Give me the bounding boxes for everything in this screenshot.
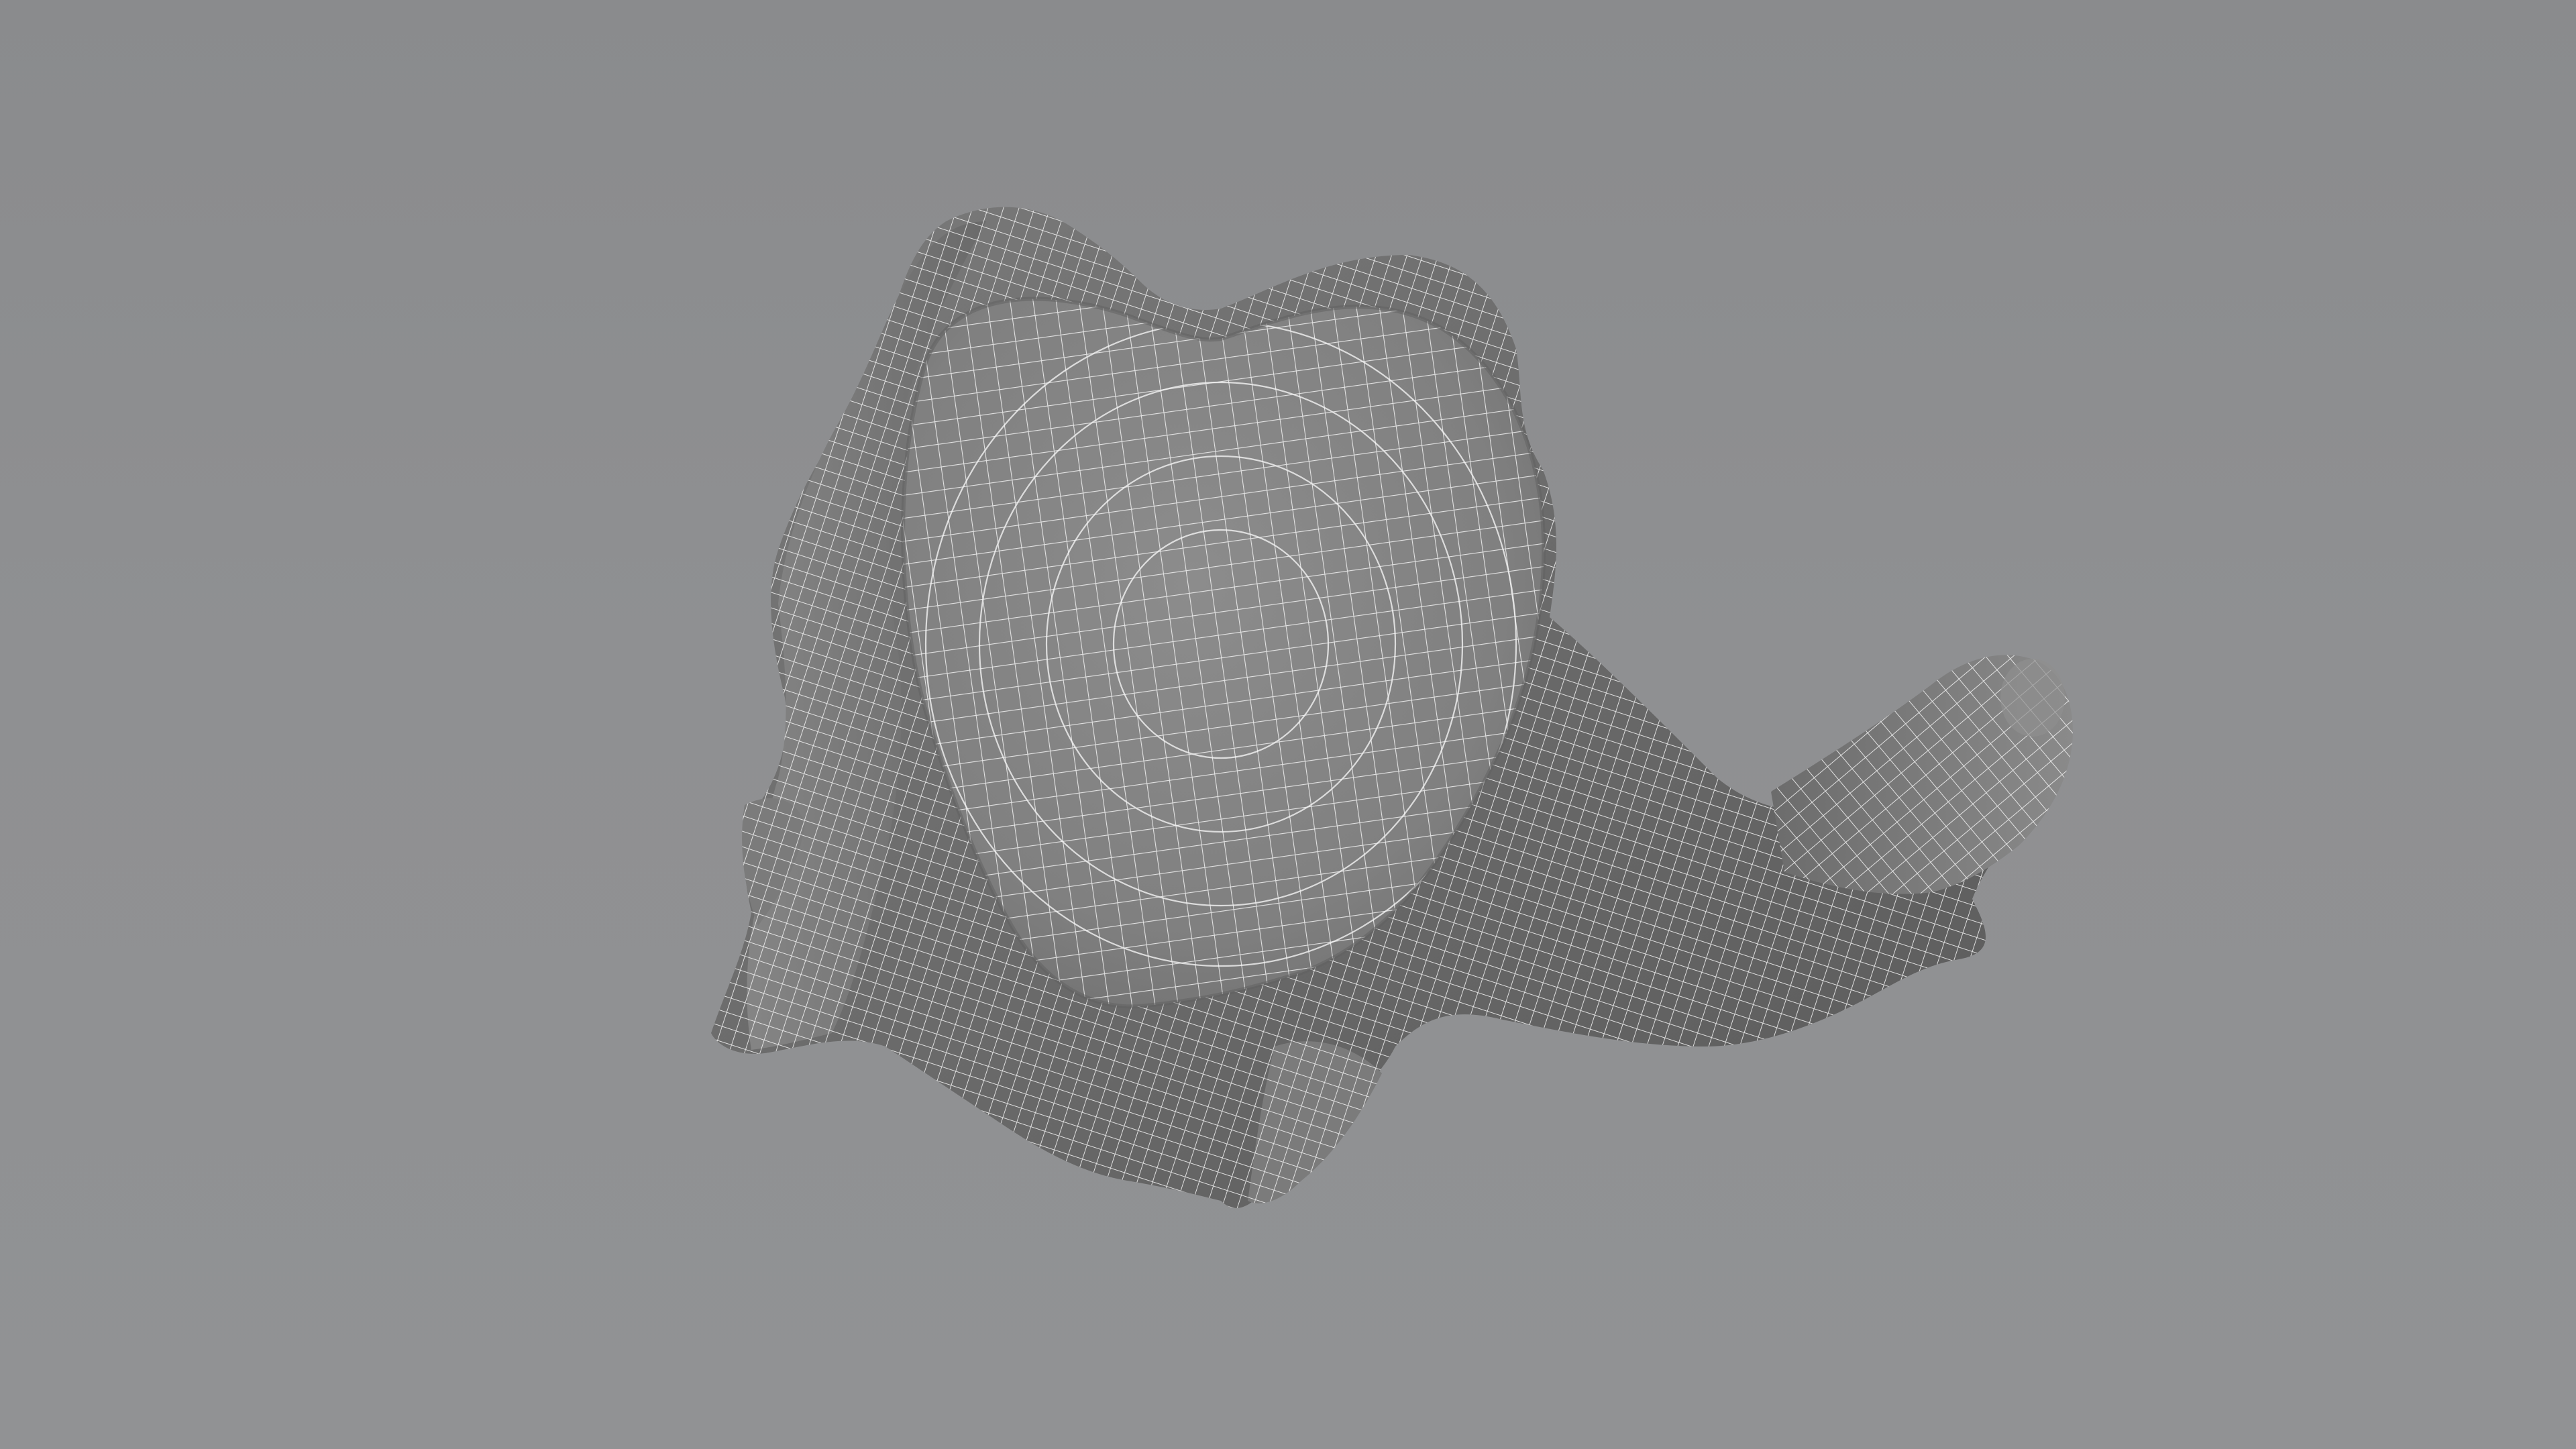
3d-viewport[interactable] [0,0,2576,1449]
viewport-scene[interactable] [0,0,2576,1449]
mesh-arm[interactable] [1771,655,2073,894]
